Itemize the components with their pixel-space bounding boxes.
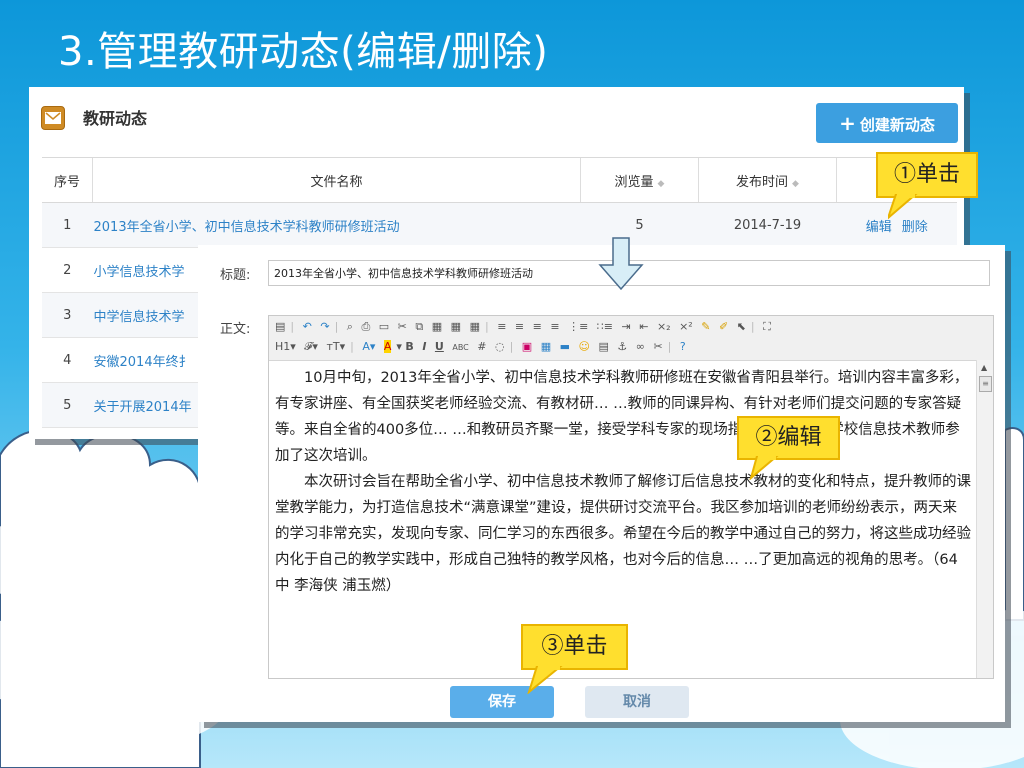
column-header-name: 文件名称 [92, 157, 581, 203]
align-left-icon[interactable]: ≡ [497, 320, 506, 333]
row-no: 1 [42, 202, 93, 248]
table-row: 1 2013年全省小学、初中信息技术学科教师研修班活动 5 2014-7-19 … [42, 202, 957, 248]
delete-link[interactable]: 删除 [902, 220, 928, 235]
cut-icon[interactable]: ✂ [398, 320, 407, 333]
outdent-icon[interactable]: ⇤ [639, 320, 648, 333]
image-icon[interactable]: ▣ [522, 340, 532, 353]
template-icon[interactable]: ▭ [379, 320, 389, 333]
callout-step2-text: ②编辑 [755, 425, 822, 450]
bold-icon[interactable]: B [405, 340, 413, 353]
table-header-row: 序号 文件名称 浏览量 ◆ 发布时间 ◆ [42, 157, 957, 203]
body-label: 正文: [220, 322, 251, 337]
underline-icon[interactable]: U [435, 340, 444, 353]
strikethrough-icon[interactable]: ABC [452, 343, 468, 352]
panel-header: 教研动态 + 创建新动态 [29, 87, 964, 143]
table-grid-icon[interactable]: # [477, 340, 486, 353]
column-header-no: 序号 [42, 157, 93, 203]
row-no: 2 [42, 247, 93, 293]
row-date: 2014-7-19 [698, 202, 837, 248]
undo-icon[interactable]: ↶ [303, 320, 312, 333]
edit-link[interactable]: 编辑 [866, 220, 892, 235]
create-news-label: 创建新动态 [859, 116, 935, 134]
toolbar-row-2: H1▾ 𝓕▾ тT▾ | A▾ A ▾ B I U ABC # ◌ | ▣ ▦ ▬ ☺… [275, 340, 686, 354]
panel-title: 教研动态 [83, 109, 148, 128]
subscript-icon[interactable]: ×₂ [657, 320, 671, 333]
callout-step3: ③单击 [521, 624, 628, 694]
table-icon[interactable]: ▦ [541, 340, 551, 353]
font-color-icon[interactable]: A▾ [362, 340, 375, 353]
callout-step3-text: ③单击 [541, 634, 608, 659]
body-paragraph: 10月中旬，2013年全省小学、初中信息技术学科教师研修班在安徽省青阳县举行。培… [275, 370, 969, 464]
down-arrow-icon [598, 237, 644, 291]
sort-icon[interactable]: ◆ [792, 179, 799, 189]
paste-word-icon[interactable]: ▦ [470, 320, 480, 333]
row-no: 4 [42, 337, 93, 383]
title-label: 标题: [220, 268, 251, 283]
toolbar-row-1: ▤ | ↶ ↷ | ⌕ ⎙ ▭ ✂ ⧉ ▦ ▦ ▦ | ≡ ≡ ≡ ≡ ⋮≡ ∷≡ ⇥… [275, 320, 771, 334]
editor-toolbar: ▤ | ↶ ↷ | ⌕ ⎙ ▭ ✂ ⧉ ▦ ▦ ▦ | ≡ ≡ ≡ ≡ ⋮≡ ∷≡ ⇥… [269, 316, 993, 361]
copy-icon[interactable]: ⧉ [415, 320, 423, 334]
fullscreen-icon[interactable]: ⛶ [763, 320, 771, 334]
ordered-list-icon[interactable]: ⋮≡ [568, 320, 588, 333]
indent-icon[interactable]: ⇥ [622, 320, 631, 333]
clear-format-icon[interactable]: ✎ [701, 320, 710, 333]
rich-text-editor: ▤ | ↶ ↷ | ⌕ ⎙ ▭ ✂ ⧉ ▦ ▦ ▦ | ≡ ≡ ≡ ≡ ⋮≡ ∷≡ ⇥… [268, 315, 994, 679]
horizontal-line-icon[interactable]: ▬ [560, 340, 570, 353]
row-name-link[interactable]: 2013年全省小学、初中信息技术学科教师研修班活动 [92, 202, 581, 248]
heading-icon[interactable]: H1▾ [275, 340, 296, 353]
scroll-up-icon[interactable]: ▲ [981, 363, 987, 372]
paste-icon[interactable]: ▦ [432, 320, 442, 333]
slide-title: 3.管理教研动态(编辑/删除) [58, 29, 549, 75]
body-paragraph: 本次研讨会旨在帮助全省小学、初中信息技术教师了解修订后信息技术教材的变化和特点，… [275, 474, 971, 594]
page-break-icon[interactable]: ▤ [598, 340, 608, 353]
superscript-icon[interactable]: ×² [679, 320, 693, 333]
link-icon[interactable]: ∞ [636, 340, 645, 353]
date-header-label: 发布时间 [736, 174, 789, 190]
cancel-button[interactable]: 取消 [585, 686, 689, 718]
eraser-icon[interactable]: ◌ [495, 340, 505, 353]
redo-icon[interactable]: ↷ [320, 320, 329, 333]
views-header-label: 浏览量 [614, 174, 654, 190]
callout-step1: ①单击 [876, 152, 978, 220]
row-no: 5 [42, 382, 93, 428]
paste-text-icon[interactable]: ▦ [451, 320, 461, 333]
highlight-icon[interactable]: A [383, 340, 392, 353]
row-no: 3 [42, 292, 93, 338]
font-size-icon[interactable]: тT▾ [326, 340, 345, 353]
font-family-icon[interactable]: 𝓕▾ [304, 340, 318, 354]
callout-step1-text: ①单击 [893, 162, 960, 187]
align-right-icon[interactable]: ≡ [533, 320, 542, 333]
format-brush-icon[interactable]: ✐ [719, 320, 728, 333]
scroll-thumb[interactable]: ≡ [979, 376, 992, 392]
column-header-views[interactable]: 浏览量 ◆ [580, 157, 699, 203]
create-news-button[interactable]: + 创建新动态 [816, 103, 958, 143]
help-icon[interactable]: ? [680, 340, 686, 353]
plus-icon: + [839, 111, 856, 135]
envelope-icon [41, 106, 65, 130]
unordered-list-icon[interactable]: ∷≡ [597, 320, 613, 333]
source-icon[interactable]: ▤ [275, 320, 285, 333]
align-center-icon[interactable]: ≡ [515, 320, 524, 333]
editor-scrollbar[interactable]: ▲ ≡ [976, 360, 993, 678]
anchor-icon[interactable]: ⚓ [617, 340, 627, 353]
column-header-date[interactable]: 发布时间 ◆ [698, 157, 837, 203]
print-icon[interactable]: ⎙ [361, 320, 370, 334]
select-all-icon[interactable]: ⬉ [737, 320, 746, 333]
sort-icon[interactable]: ◆ [658, 179, 665, 189]
preview-icon[interactable]: ⌕ [347, 320, 353, 334]
callout-step2: ②编辑 [737, 416, 840, 480]
align-justify-icon[interactable]: ≡ [550, 320, 559, 333]
italic-icon[interactable]: I [422, 340, 426, 353]
unlink-icon[interactable]: ✂ [653, 340, 662, 353]
emoticon-icon[interactable]: ☺ [579, 340, 590, 353]
